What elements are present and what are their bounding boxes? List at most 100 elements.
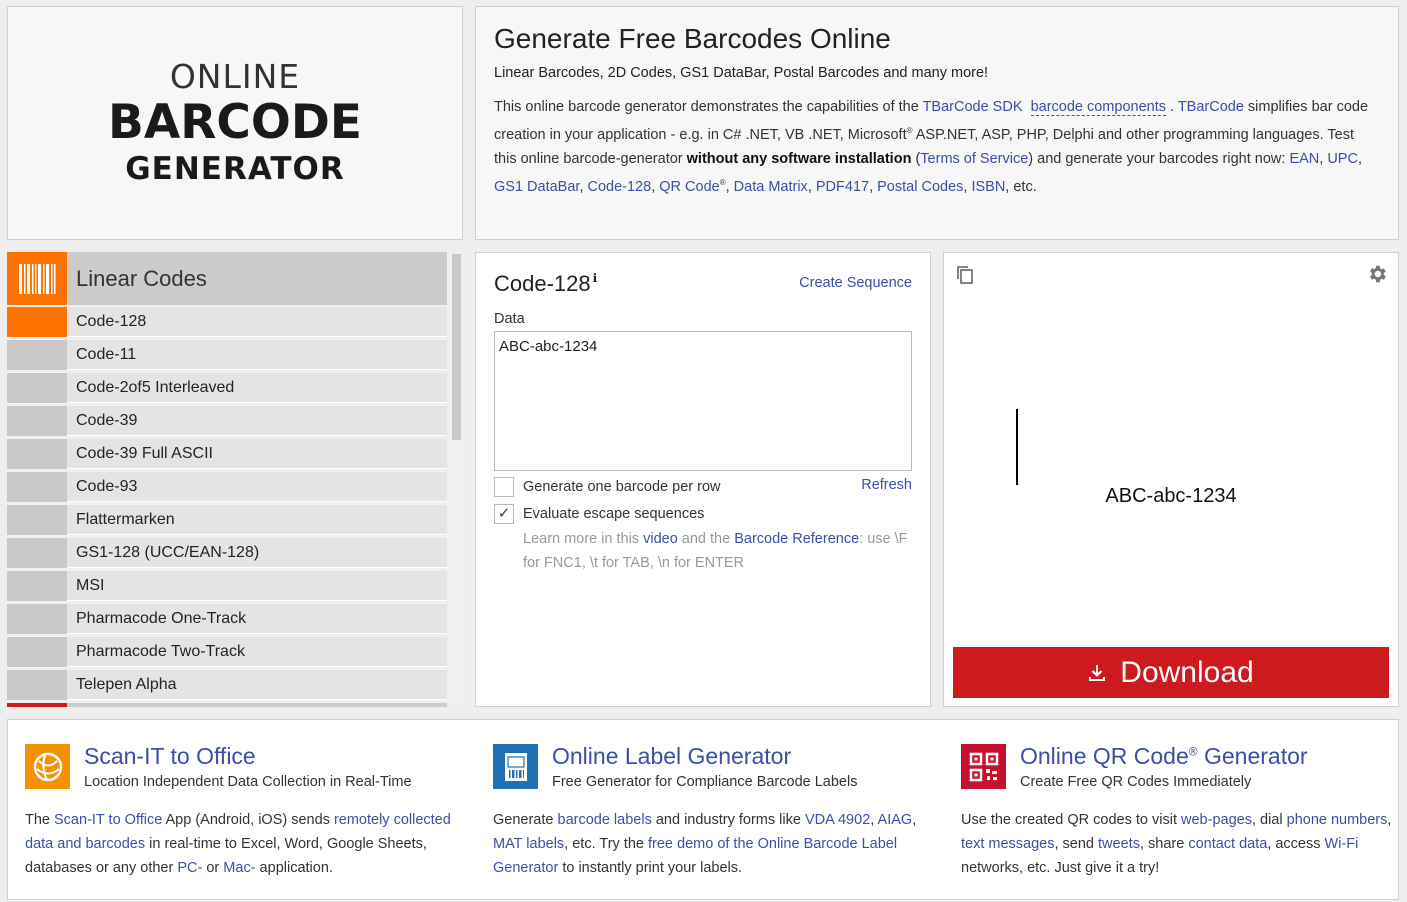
aiag-link[interactable]: AIAG xyxy=(878,812,913,828)
one-barcode-per-row-label: Generate one barcode per row xyxy=(523,479,721,495)
link-postal-codes[interactable]: Postal Codes xyxy=(877,179,963,195)
tbarcode-link[interactable]: TBarCode xyxy=(1178,99,1244,115)
list-item-marker xyxy=(7,472,67,502)
feature-text: Use the created QR codes to visit web-pa… xyxy=(961,808,1401,880)
category-linear-codes[interactable]: Linear Codes xyxy=(7,252,447,305)
intro-text: This online barcode generator demonstrat… xyxy=(494,99,1369,195)
intro-panel: Generate Free Barcodes Online Linear Bar… xyxy=(475,6,1399,240)
list-item-code-2of5[interactable]: Code-2of5 Interleaved xyxy=(7,373,447,403)
contact-data-link[interactable]: contact data xyxy=(1188,836,1267,852)
feature-text-part: and industry forms like xyxy=(651,812,805,828)
label-generator-icon[interactable] xyxy=(493,744,538,789)
one-barcode-per-row-checkbox[interactable] xyxy=(494,477,514,497)
list-item-marker xyxy=(7,505,67,535)
link-pdf417[interactable]: PDF417 xyxy=(816,179,869,195)
logo-line-barcode: BARCODE xyxy=(108,95,362,150)
hint-text: and the xyxy=(677,531,735,547)
list-item-telepen-alpha[interactable]: Telepen Alpha xyxy=(7,670,447,700)
symbology-list: Linear Codes Code-128 Code-11 Code-2of5 … xyxy=(7,252,463,707)
list-item-label: Code-128 xyxy=(76,313,147,330)
web-pages-link[interactable]: web-pages xyxy=(1181,812,1252,828)
link-isbn[interactable]: ISBN xyxy=(971,179,1005,195)
download-icon xyxy=(1088,664,1106,682)
copy-icon[interactable] xyxy=(956,265,974,290)
list-item-label: Code-39 xyxy=(76,412,138,429)
mat-labels-link[interactable]: MAT labels xyxy=(493,836,564,852)
list-item-marker xyxy=(7,307,67,337)
vda-4902-link[interactable]: VDA 4902 xyxy=(805,812,870,828)
create-sequence-link[interactable]: Create Sequence xyxy=(799,275,912,291)
info-icon[interactable]: ℹ xyxy=(593,271,598,285)
intro-text-part: This online barcode generator demonstrat… xyxy=(494,99,923,115)
barcode-form: Code-128 ℹ Create Sequence Data ABC-abc-1… xyxy=(475,252,931,707)
list-item-msi[interactable]: MSI xyxy=(7,571,447,601)
feature-text-part: , xyxy=(870,812,878,828)
feature-title-qr-generator[interactable]: Online QR Code® Generator xyxy=(1020,743,1308,770)
data-label: Data xyxy=(494,311,525,327)
barcode-human-readable: ABC-abc-1234 xyxy=(1105,485,1237,507)
feature-subtitle: Create Free QR Codes Immediately xyxy=(1020,774,1252,790)
list-item-code-39-full-ascii[interactable]: Code-39 Full ASCII xyxy=(7,439,447,469)
gear-icon[interactable] xyxy=(1366,263,1388,290)
scan-it-icon[interactable] xyxy=(25,744,70,789)
list-item-pharmacode-two-track[interactable]: Pharmacode Two-Track xyxy=(7,637,447,667)
list-item-marker xyxy=(7,406,67,436)
escape-sequences-checkbox[interactable]: ✓ xyxy=(494,504,514,524)
feature-title-label-generator[interactable]: Online Label Generator xyxy=(552,743,791,770)
link-code-128[interactable]: Code-128 xyxy=(588,179,652,195)
category-label: Linear Codes xyxy=(76,266,207,291)
list-item-gs1-128[interactable]: GS1-128 (UCC/EAN-128) xyxy=(7,538,447,568)
refresh-link[interactable]: Refresh xyxy=(861,477,912,493)
link-upc[interactable]: UPC xyxy=(1327,151,1358,167)
page-subtitle: Linear Barcodes, 2D Codes, GS1 DataBar, … xyxy=(494,65,989,81)
link-qr-code[interactable]: QR Code xyxy=(659,179,719,195)
data-textarea[interactable]: ABC-abc-1234 xyxy=(494,331,912,471)
list-item-pharmacode-one-track[interactable]: Pharmacode One-Track xyxy=(7,604,447,634)
link-gs1-databar[interactable]: GS1 DataBar xyxy=(494,179,579,195)
feature-text-part: Generate xyxy=(493,812,558,828)
intro-text-part: , etc. xyxy=(1005,178,1037,195)
next-category-marker xyxy=(7,703,67,707)
logo-panel[interactable]: ONLINE BARCODE GENERATOR xyxy=(7,6,463,240)
phone-numbers-link[interactable]: phone numbers xyxy=(1287,812,1388,828)
list-item-label: Code-39 Full ASCII xyxy=(76,445,213,462)
list-item-marker xyxy=(7,373,67,403)
barcode-components-link[interactable]: barcode components xyxy=(1030,99,1166,116)
tweets-link[interactable]: tweets xyxy=(1098,836,1140,852)
list-item-label: Code-11 xyxy=(76,346,137,363)
logo-line-online: ONLINE xyxy=(169,57,301,96)
feature-title-scan-it[interactable]: Scan-IT to Office xyxy=(84,743,256,770)
download-button[interactable]: Download xyxy=(953,647,1389,698)
barcode-reference-link[interactable]: Barcode Reference xyxy=(734,531,859,547)
list-item-code-93[interactable]: Code-93 xyxy=(7,472,447,502)
barcode-bar xyxy=(1016,409,1018,485)
terms-of-service-link[interactable]: Terms of Service xyxy=(920,151,1028,167)
pc-link[interactable]: PC- xyxy=(177,860,202,876)
barcode-labels-link[interactable]: barcode labels xyxy=(558,812,652,828)
mac-link[interactable]: Mac- xyxy=(223,860,255,876)
feature-text: Generate barcode labels and industry for… xyxy=(493,808,933,880)
list-item-label: MSI xyxy=(76,577,105,594)
list-scrollbar[interactable] xyxy=(450,252,462,707)
list-item-code-11[interactable]: Code-11 xyxy=(7,340,447,370)
feature-text-part: , etc. Try the xyxy=(564,836,648,852)
list-item-code-128[interactable]: Code-128 xyxy=(7,307,447,337)
logo-line-generator: GENERATOR xyxy=(125,151,345,187)
list-item-marker xyxy=(7,571,67,601)
list-item-code-39[interactable]: Code-39 xyxy=(7,406,447,436)
feature-text-part: , xyxy=(1387,812,1392,828)
page-title: Generate Free Barcodes Online xyxy=(494,23,891,54)
list-item-flattermarken[interactable]: Flattermarken xyxy=(7,505,447,535)
scan-it-link[interactable]: Scan-IT to Office xyxy=(54,812,162,828)
list-item-marker xyxy=(7,538,67,568)
qr-title-end: Generator xyxy=(1197,743,1308,769)
qr-code-icon[interactable] xyxy=(961,744,1006,789)
wifi-link[interactable]: Wi-Fi xyxy=(1325,836,1359,852)
link-data-matrix[interactable]: Data Matrix xyxy=(734,179,808,195)
tbarcode-sdk-link[interactable]: TBarCode SDK xyxy=(923,99,1023,115)
link-ean[interactable]: EAN xyxy=(1289,151,1319,167)
text-messages-link[interactable]: text messages xyxy=(961,836,1055,852)
feature-text-part: , xyxy=(912,812,917,828)
scrollbar-thumb[interactable] xyxy=(452,254,461,440)
video-link[interactable]: video xyxy=(643,531,678,547)
